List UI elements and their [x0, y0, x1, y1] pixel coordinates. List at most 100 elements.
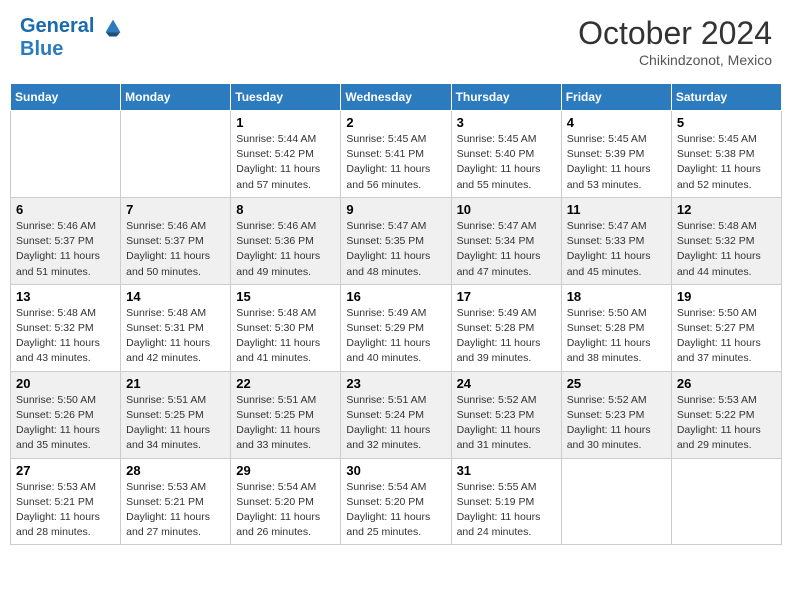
calendar-cell: 2 Sunrise: 5:45 AMSunset: 5:41 PMDayligh… — [341, 111, 451, 198]
calendar-cell: 27 Sunrise: 5:53 AMSunset: 5:21 PMDaylig… — [11, 458, 121, 545]
day-info: Sunrise: 5:49 AMSunset: 5:29 PMDaylight:… — [346, 307, 430, 365]
day-number: 22 — [236, 376, 335, 391]
day-number: 30 — [346, 463, 445, 478]
weekday-header: Saturday — [671, 84, 781, 111]
logo-text: General — [20, 15, 124, 38]
weekday-header: Thursday — [451, 84, 561, 111]
day-info: Sunrise: 5:46 AMSunset: 5:37 PMDaylight:… — [126, 220, 210, 278]
day-number: 16 — [346, 289, 445, 304]
day-number: 3 — [457, 115, 556, 130]
day-info: Sunrise: 5:49 AMSunset: 5:28 PMDaylight:… — [457, 307, 541, 365]
calendar-cell: 31 Sunrise: 5:55 AMSunset: 5:19 PMDaylig… — [451, 458, 561, 545]
day-number: 26 — [677, 376, 776, 391]
calendar-cell: 17 Sunrise: 5:49 AMSunset: 5:28 PMDaylig… — [451, 284, 561, 371]
calendar-cell: 29 Sunrise: 5:54 AMSunset: 5:20 PMDaylig… — [231, 458, 341, 545]
day-info: Sunrise: 5:53 AMSunset: 5:21 PMDaylight:… — [16, 481, 100, 539]
calendar-cell: 12 Sunrise: 5:48 AMSunset: 5:32 PMDaylig… — [671, 197, 781, 284]
calendar-cell: 19 Sunrise: 5:50 AMSunset: 5:27 PMDaylig… — [671, 284, 781, 371]
day-number: 13 — [16, 289, 115, 304]
calendar-cell: 25 Sunrise: 5:52 AMSunset: 5:23 PMDaylig… — [561, 371, 671, 458]
day-info: Sunrise: 5:45 AMSunset: 5:39 PMDaylight:… — [567, 133, 651, 191]
weekday-header: Tuesday — [231, 84, 341, 111]
day-info: Sunrise: 5:46 AMSunset: 5:37 PMDaylight:… — [16, 220, 100, 278]
day-number: 17 — [457, 289, 556, 304]
day-info: Sunrise: 5:50 AMSunset: 5:26 PMDaylight:… — [16, 394, 100, 452]
location: Chikindzonot, Mexico — [578, 52, 772, 68]
day-info: Sunrise: 5:53 AMSunset: 5:21 PMDaylight:… — [126, 481, 210, 539]
day-info: Sunrise: 5:51 AMSunset: 5:25 PMDaylight:… — [236, 394, 320, 452]
day-info: Sunrise: 5:48 AMSunset: 5:30 PMDaylight:… — [236, 307, 320, 365]
calendar-row: 13 Sunrise: 5:48 AMSunset: 5:32 PMDaylig… — [11, 284, 782, 371]
day-number: 19 — [677, 289, 776, 304]
day-info: Sunrise: 5:46 AMSunset: 5:36 PMDaylight:… — [236, 220, 320, 278]
day-number: 8 — [236, 202, 335, 217]
day-info: Sunrise: 5:48 AMSunset: 5:32 PMDaylight:… — [677, 220, 761, 278]
day-number: 4 — [567, 115, 666, 130]
calendar-cell: 26 Sunrise: 5:53 AMSunset: 5:22 PMDaylig… — [671, 371, 781, 458]
day-info: Sunrise: 5:44 AMSunset: 5:42 PMDaylight:… — [236, 133, 320, 191]
day-number: 2 — [346, 115, 445, 130]
day-info: Sunrise: 5:52 AMSunset: 5:23 PMDaylight:… — [567, 394, 651, 452]
day-number: 27 — [16, 463, 115, 478]
calendar-row: 1 Sunrise: 5:44 AMSunset: 5:42 PMDayligh… — [11, 111, 782, 198]
day-info: Sunrise: 5:54 AMSunset: 5:20 PMDaylight:… — [236, 481, 320, 539]
calendar-cell: 24 Sunrise: 5:52 AMSunset: 5:23 PMDaylig… — [451, 371, 561, 458]
day-number: 31 — [457, 463, 556, 478]
calendar-cell: 7 Sunrise: 5:46 AMSunset: 5:37 PMDayligh… — [121, 197, 231, 284]
calendar-row: 27 Sunrise: 5:53 AMSunset: 5:21 PMDaylig… — [11, 458, 782, 545]
calendar-cell: 23 Sunrise: 5:51 AMSunset: 5:24 PMDaylig… — [341, 371, 451, 458]
day-number: 9 — [346, 202, 445, 217]
weekday-header: Friday — [561, 84, 671, 111]
day-info: Sunrise: 5:48 AMSunset: 5:31 PMDaylight:… — [126, 307, 210, 365]
calendar-cell: 10 Sunrise: 5:47 AMSunset: 5:34 PMDaylig… — [451, 197, 561, 284]
day-number: 10 — [457, 202, 556, 217]
day-info: Sunrise: 5:47 AMSunset: 5:35 PMDaylight:… — [346, 220, 430, 278]
day-info: Sunrise: 5:45 AMSunset: 5:40 PMDaylight:… — [457, 133, 541, 191]
calendar-cell: 16 Sunrise: 5:49 AMSunset: 5:29 PMDaylig… — [341, 284, 451, 371]
day-info: Sunrise: 5:54 AMSunset: 5:20 PMDaylight:… — [346, 481, 430, 539]
logo: General Blue — [20, 15, 124, 60]
calendar-cell: 8 Sunrise: 5:46 AMSunset: 5:36 PMDayligh… — [231, 197, 341, 284]
day-info: Sunrise: 5:48 AMSunset: 5:32 PMDaylight:… — [16, 307, 100, 365]
day-number: 24 — [457, 376, 556, 391]
month-title: October 2024 — [578, 15, 772, 52]
calendar-cell: 22 Sunrise: 5:51 AMSunset: 5:25 PMDaylig… — [231, 371, 341, 458]
day-info: Sunrise: 5:45 AMSunset: 5:38 PMDaylight:… — [677, 133, 761, 191]
day-number: 18 — [567, 289, 666, 304]
day-number: 14 — [126, 289, 225, 304]
calendar-row: 6 Sunrise: 5:46 AMSunset: 5:37 PMDayligh… — [11, 197, 782, 284]
calendar-cell: 14 Sunrise: 5:48 AMSunset: 5:31 PMDaylig… — [121, 284, 231, 371]
day-number: 28 — [126, 463, 225, 478]
calendar-cell — [11, 111, 121, 198]
day-number: 20 — [16, 376, 115, 391]
day-number: 29 — [236, 463, 335, 478]
day-info: Sunrise: 5:52 AMSunset: 5:23 PMDaylight:… — [457, 394, 541, 452]
calendar-cell: 18 Sunrise: 5:50 AMSunset: 5:28 PMDaylig… — [561, 284, 671, 371]
day-number: 21 — [126, 376, 225, 391]
day-info: Sunrise: 5:51 AMSunset: 5:24 PMDaylight:… — [346, 394, 430, 452]
day-info: Sunrise: 5:53 AMSunset: 5:22 PMDaylight:… — [677, 394, 761, 452]
day-info: Sunrise: 5:47 AMSunset: 5:34 PMDaylight:… — [457, 220, 541, 278]
calendar-cell: 13 Sunrise: 5:48 AMSunset: 5:32 PMDaylig… — [11, 284, 121, 371]
calendar-row: 20 Sunrise: 5:50 AMSunset: 5:26 PMDaylig… — [11, 371, 782, 458]
calendar-cell: 5 Sunrise: 5:45 AMSunset: 5:38 PMDayligh… — [671, 111, 781, 198]
day-number: 7 — [126, 202, 225, 217]
calendar-cell: 28 Sunrise: 5:53 AMSunset: 5:21 PMDaylig… — [121, 458, 231, 545]
calendar-cell: 9 Sunrise: 5:47 AMSunset: 5:35 PMDayligh… — [341, 197, 451, 284]
calendar-cell: 30 Sunrise: 5:54 AMSunset: 5:20 PMDaylig… — [341, 458, 451, 545]
calendar-cell: 20 Sunrise: 5:50 AMSunset: 5:26 PMDaylig… — [11, 371, 121, 458]
day-number: 1 — [236, 115, 335, 130]
weekday-header: Monday — [121, 84, 231, 111]
calendar-cell: 21 Sunrise: 5:51 AMSunset: 5:25 PMDaylig… — [121, 371, 231, 458]
day-number: 5 — [677, 115, 776, 130]
weekday-header: Wednesday — [341, 84, 451, 111]
weekday-header: Sunday — [11, 84, 121, 111]
calendar-cell — [671, 458, 781, 545]
day-number: 12 — [677, 202, 776, 217]
day-info: Sunrise: 5:50 AMSunset: 5:27 PMDaylight:… — [677, 307, 761, 365]
day-info: Sunrise: 5:45 AMSunset: 5:41 PMDaylight:… — [346, 133, 430, 191]
calendar-header-row: SundayMondayTuesdayWednesdayThursdayFrid… — [11, 84, 782, 111]
day-info: Sunrise: 5:50 AMSunset: 5:28 PMDaylight:… — [567, 307, 651, 365]
calendar-cell: 4 Sunrise: 5:45 AMSunset: 5:39 PMDayligh… — [561, 111, 671, 198]
logo-icon — [102, 16, 124, 38]
